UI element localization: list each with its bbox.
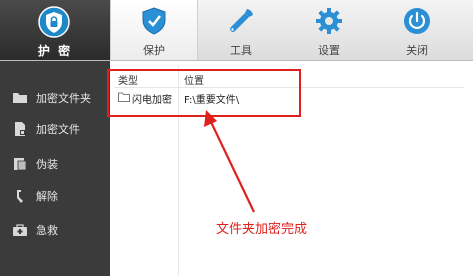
toolbar-close-button[interactable]: 关闭 [374,0,460,60]
shield-lock-icon [38,6,70,38]
unlock-icon [17,190,23,203]
toolbar-protect-button[interactable]: 保护 [110,0,198,60]
sidebar-item-disguise[interactable]: 伪装 [0,151,110,177]
sidebar-item-label: 加密文件 [36,123,80,136]
sidebar-item-encrypt-folder[interactable]: 加密文件夹 [0,85,110,111]
sidebar-item-encrypt-file[interactable]: 加密文件 [0,116,110,142]
sidebar-item-label: 伪装 [36,158,58,171]
sidebar-item-label: 加密文件夹 [36,92,91,105]
toolbar-tools-label: 工具 [230,44,252,57]
sidebar-item-label: 解除 [36,190,58,203]
shield-icon [142,7,166,35]
power-icon [404,8,430,34]
top-toolbar: 护 密 保护 工具 设置 关闭 [0,0,473,61]
sidebar-item-label: 急救 [36,224,58,237]
sidebar-item-remove[interactable]: 解除 [0,183,110,209]
annotation-text: 文件夹加密完成 [216,222,308,237]
sidebar-item-rescue[interactable]: 急救 [0,217,110,243]
highlight-box [107,69,301,117]
wrench-icon [230,9,253,32]
toolbar-close-label: 关闭 [406,44,428,57]
toolbar-tools-button[interactable]: 工具 [198,0,284,60]
first-aid-icon [13,224,27,236]
gear-icon [316,8,342,34]
brand-title: 护 密 [37,44,73,58]
disguise-icon [14,158,27,171]
app-window: 护 密 保护 工具 设置 关闭 加密文件夹 加密文件 伪装 解除 急救 类型 位… [0,0,473,276]
folder-icon [13,93,27,103]
sidebar: 加密文件夹 加密文件 伪装 解除 急救 [0,61,110,276]
toolbar-protect-label: 保护 [143,44,165,57]
file-icon [15,122,25,136]
toolbar-settings-button[interactable]: 设置 [286,0,372,60]
brand-area: 护 密 [0,0,110,60]
toolbar-settings-label: 设置 [318,44,340,57]
